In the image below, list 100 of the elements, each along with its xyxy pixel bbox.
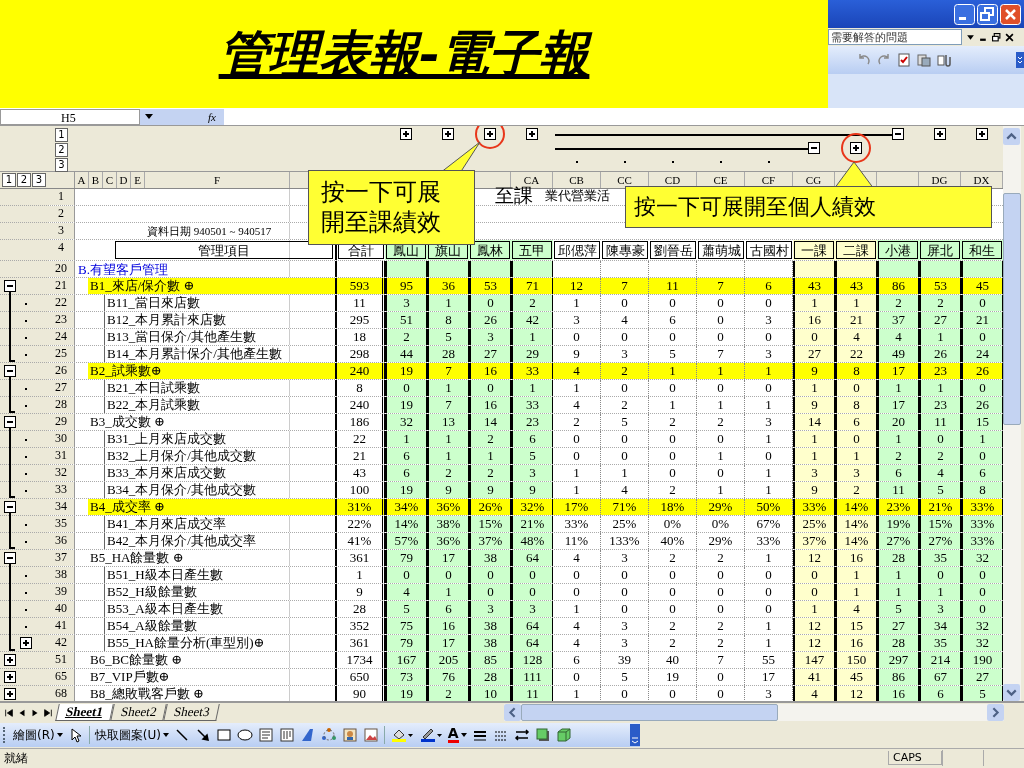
row-number[interactable]: 32 xyxy=(48,465,75,481)
row-number[interactable]: 4 xyxy=(48,240,75,260)
line-icon[interactable] xyxy=(173,727,190,743)
expand-button[interactable] xyxy=(526,128,538,140)
expand-button[interactable] xyxy=(4,688,16,700)
sheet-tab[interactable]: Sheet3 xyxy=(163,704,221,721)
scroll-up-button[interactable] xyxy=(1003,128,1020,145)
shadow-icon[interactable] xyxy=(534,727,551,743)
collapse-button[interactable] xyxy=(4,416,16,428)
row-number[interactable]: 29 xyxy=(48,414,75,430)
scroll-down-button[interactable] xyxy=(1003,684,1020,701)
expand-button[interactable] xyxy=(4,671,16,683)
expand-button[interactable] xyxy=(484,128,496,140)
row-number[interactable]: 24 xyxy=(48,329,75,345)
level-button[interactable]: 2 xyxy=(17,173,31,187)
fill-color-icon[interactable] xyxy=(389,727,414,743)
column-letter[interactable]: B xyxy=(89,172,103,188)
image-icon[interactable] xyxy=(362,727,379,743)
expand-button[interactable] xyxy=(934,128,946,140)
row-number[interactable]: 65 xyxy=(48,669,75,685)
line-color-icon[interactable] xyxy=(418,727,443,743)
level-button[interactable]: 1 xyxy=(2,173,16,187)
caret-icon[interactable] xyxy=(460,733,467,737)
collapse-button[interactable] xyxy=(4,552,16,564)
last-sheet-button[interactable] xyxy=(43,707,53,718)
row-number[interactable]: 39 xyxy=(48,584,75,600)
expand-button[interactable] xyxy=(400,128,412,140)
column-letter[interactable]: C xyxy=(103,172,117,188)
row-number[interactable]: 31 xyxy=(48,448,75,464)
function-label[interactable]: fx xyxy=(158,108,224,125)
column-letter[interactable]: F xyxy=(145,172,290,188)
collapse-button[interactable] xyxy=(4,365,16,377)
wordart-icon[interactable] xyxy=(299,727,316,743)
row-number[interactable]: 26 xyxy=(48,363,75,379)
column-letter[interactable]: DG xyxy=(931,174,948,186)
sheet-tab[interactable]: Sheet1 xyxy=(55,704,114,721)
scroll-thumb[interactable] xyxy=(520,704,778,721)
caret-icon[interactable] xyxy=(56,733,63,737)
row-number[interactable]: 25 xyxy=(48,346,75,362)
collapse-button[interactable] xyxy=(892,128,904,140)
close-icon[interactable] xyxy=(1005,32,1014,42)
expand-button[interactable] xyxy=(4,654,16,666)
name-box[interactable]: H5 xyxy=(0,108,140,125)
row-number[interactable]: 42 xyxy=(48,635,75,651)
font-color-button[interactable]: A xyxy=(447,727,467,743)
column-letter[interactable]: DX xyxy=(973,174,990,186)
row-number[interactable]: 30 xyxy=(48,431,75,447)
first-sheet-button[interactable] xyxy=(4,707,14,718)
row-number[interactable]: 38 xyxy=(48,567,75,583)
row-number[interactable]: 51 xyxy=(48,652,75,668)
column-letter[interactable]: CC xyxy=(617,174,632,186)
column-letter[interactable]: CA xyxy=(523,174,540,186)
column-letter[interactable]: E xyxy=(131,172,145,188)
row-number[interactable]: 1 xyxy=(48,189,75,205)
toolbar-options-icon[interactable] xyxy=(630,724,640,746)
text-box-icon[interactable] xyxy=(257,727,274,743)
row-number[interactable]: 20 xyxy=(48,261,75,277)
row-number[interactable]: 35 xyxy=(48,516,75,532)
level-button[interactable]: 3 xyxy=(55,158,68,172)
cube-icon[interactable] xyxy=(555,727,572,743)
row-number[interactable]: 41 xyxy=(48,618,75,634)
restore-icon[interactable] xyxy=(992,32,1001,42)
column-letter[interactable]: D xyxy=(117,172,131,188)
level-button[interactable]: 3 xyxy=(32,173,46,187)
expand-button[interactable] xyxy=(442,128,454,140)
close-button[interactable] xyxy=(1000,3,1021,25)
rectangle-icon[interactable] xyxy=(215,727,232,743)
row-number[interactable]: 27 xyxy=(48,380,75,396)
clip-icon[interactable] xyxy=(936,52,952,68)
row-number[interactable]: 36 xyxy=(48,533,75,549)
expand-button[interactable] xyxy=(20,637,32,649)
scrollbar[interactable] xyxy=(503,704,1004,721)
scroll-left-button[interactable] xyxy=(503,704,521,721)
row-number[interactable]: 40 xyxy=(48,601,75,617)
row-number[interactable]: 21 xyxy=(48,278,75,294)
caret-icon[interactable] xyxy=(162,733,169,737)
expand-button[interactable] xyxy=(850,142,862,154)
toolbar-options-icon[interactable] xyxy=(1016,49,1024,71)
row-number[interactable]: 68 xyxy=(48,686,75,701)
collapse-button[interactable] xyxy=(4,280,16,292)
next-sheet-button[interactable] xyxy=(30,707,40,718)
column-letter[interactable]: CD xyxy=(664,174,681,186)
column-letter[interactable]: CG xyxy=(805,174,822,186)
arrow-icon[interactable] xyxy=(194,727,211,743)
oval-icon[interactable] xyxy=(236,727,253,743)
level-button[interactable]: 1 xyxy=(55,128,68,142)
dropdown-arrow-icon[interactable] xyxy=(966,32,975,42)
help-search-field[interactable]: 需要解答的問題 xyxy=(828,29,962,45)
check-document-icon[interactable] xyxy=(896,52,912,68)
column-letter[interactable]: A xyxy=(75,172,89,188)
column-letter[interactable]: CE xyxy=(713,174,728,186)
collapse-button[interactable] xyxy=(4,501,16,513)
diagram-icon[interactable] xyxy=(320,727,337,743)
minimize-button[interactable] xyxy=(954,3,975,25)
vertical-text-box-icon[interactable] xyxy=(278,727,295,743)
clip-art-icon[interactable] xyxy=(341,727,358,743)
arrow-style-icon[interactable] xyxy=(513,727,530,743)
expand-button[interactable] xyxy=(976,128,988,140)
column-letter[interactable]: CF xyxy=(761,174,776,186)
row-number[interactable]: 22 xyxy=(48,295,75,311)
